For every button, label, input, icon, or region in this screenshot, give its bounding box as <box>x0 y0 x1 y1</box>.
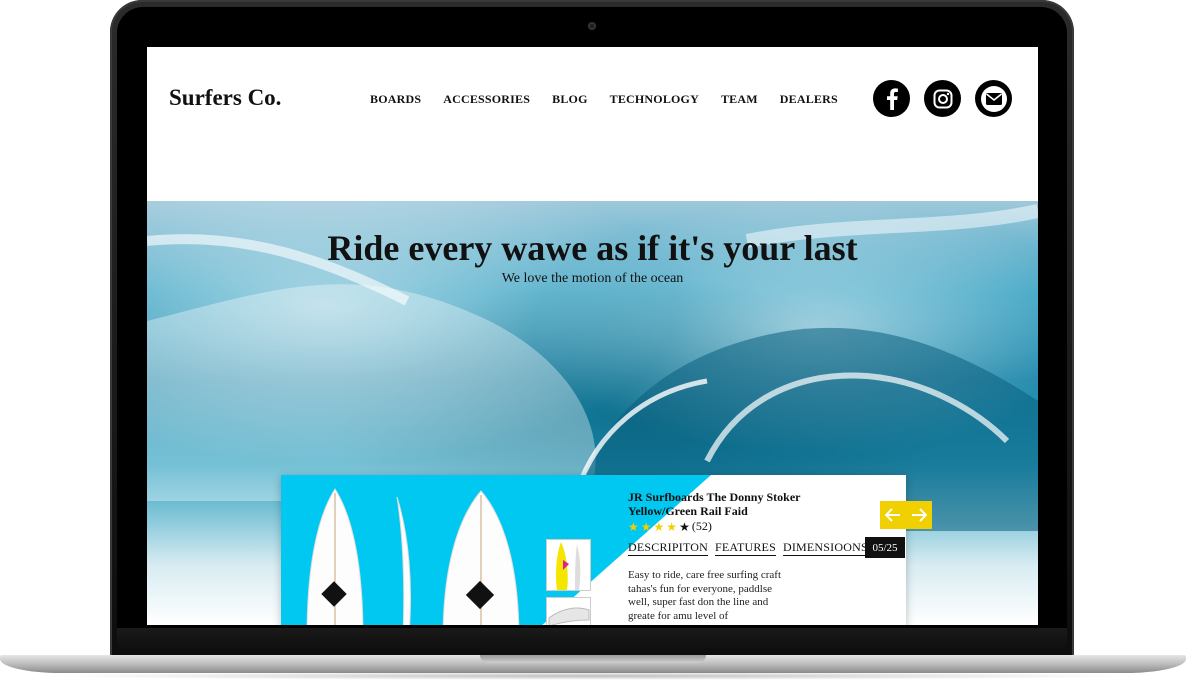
laptop-shadow <box>40 672 1146 680</box>
arrow-right-icon[interactable] <box>909 505 929 525</box>
star-icon: ★ <box>640 519 652 534</box>
surfboard-image-back <box>442 490 520 625</box>
product-card: JR Surfboards The Donny Stoker Yellow/Gr… <box>281 475 906 625</box>
arrow-left-icon[interactable] <box>883 505 903 525</box>
surfboard-image-front <box>306 488 364 625</box>
product-thumbnail[interactable] <box>546 539 591 591</box>
nav-blog[interactable]: BLOG <box>552 92 587 107</box>
laptop-notch <box>480 655 706 663</box>
nav-accessories[interactable]: ACCESSORIES <box>443 92 530 107</box>
product-thumbnail[interactable] <box>546 597 591 625</box>
nav-technology[interactable]: TECHNOLOGY <box>610 92 699 107</box>
screen: Surfers Co. BOARDS ACCESSORIES BLOG TECH… <box>147 47 1038 625</box>
product-description: Easy to ride, care free surfing craft ta… <box>628 569 782 622</box>
laptop-chin <box>117 628 1067 658</box>
star-icon: ★ <box>679 519 690 534</box>
camera-icon <box>588 22 596 30</box>
slider-arrows <box>880 501 932 529</box>
product-rating: ★ ★ ★ ★ ★ (52) <box>628 519 712 534</box>
site-logo[interactable]: Surfers Co. <box>169 85 281 111</box>
surfboard-image-side <box>396 496 411 625</box>
tab-description[interactable]: DESCRIPITON <box>628 540 708 556</box>
facebook-icon[interactable] <box>873 80 910 117</box>
hero-subtitle: We love the motion of the ocean <box>501 271 684 286</box>
tab-features[interactable]: FEATURES <box>715 540 776 556</box>
hero-title: Ride every wawe as if it's your last <box>327 228 858 268</box>
instagram-icon[interactable] <box>924 80 961 117</box>
star-icon: ★ <box>628 519 639 534</box>
slide-counter: 05/25 <box>865 537 905 558</box>
main-nav: BOARDS ACCESSORIES BLOG TECHNOLOGY TEAM … <box>370 92 860 107</box>
nav-team[interactable]: TEAM <box>721 92 758 107</box>
star-icon: ★ <box>666 519 678 534</box>
product-tabs: DESCRIPITON FEATURES DIMENSIOONS <box>628 540 868 556</box>
product-title: JR Surfboards The Donny Stoker Yellow/Gr… <box>628 490 801 518</box>
star-icon: ★ <box>653 519 665 534</box>
social-links <box>873 80 1012 117</box>
nav-dealers[interactable]: DEALERS <box>780 92 838 107</box>
review-count: (52) <box>691 519 712 533</box>
tab-dimensions[interactable]: DIMENSIOONS <box>782 540 868 556</box>
nav-boards[interactable]: BOARDS <box>370 92 421 107</box>
envelope-icon[interactable] <box>975 80 1012 117</box>
